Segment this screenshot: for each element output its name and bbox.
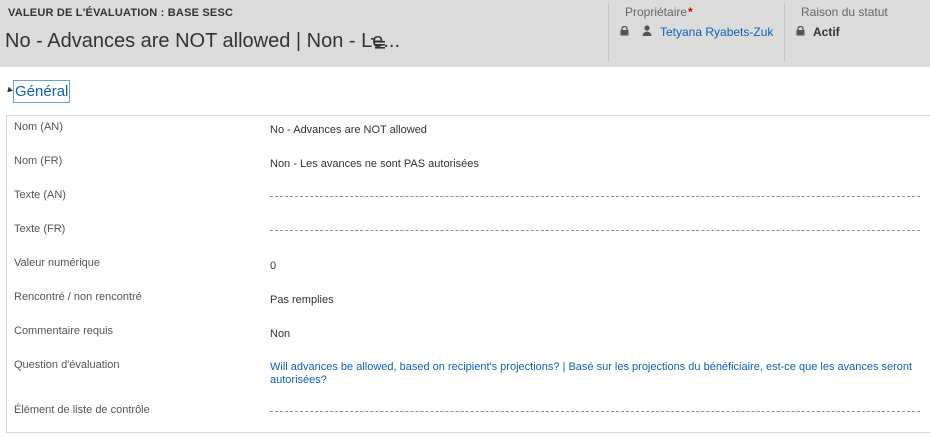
field-label-nom-fr: Nom (FR)	[14, 155, 63, 167]
header-divider	[784, 4, 785, 62]
section-title-general[interactable]: Général	[13, 80, 71, 103]
field-input-texte-an[interactable]	[270, 196, 920, 197]
status-reason-label: Raison du statut	[801, 5, 888, 19]
field-label-nom-an: Nom (AN)	[14, 121, 63, 133]
field-value-question-evaluation[interactable]: Will advances be allowed, based on recip…	[270, 361, 920, 387]
field-value-rencontre[interactable]: Pas remplies	[270, 294, 920, 307]
record-header: VALEUR DE L'ÉVALUATION : BASE SESC No - …	[0, 0, 930, 67]
field-input-texte-fr[interactable]	[270, 230, 920, 231]
field-value-nom-an[interactable]: No - Advances are NOT allowed	[270, 124, 920, 137]
field-label-commentaire-requis: Commentaire requis	[14, 325, 114, 337]
user-icon	[642, 25, 652, 36]
field-label-texte-an: Texte (AN)	[14, 189, 66, 201]
owner-link[interactable]: Tetyana Ryabets-Zuk	[660, 25, 773, 39]
record-title: No - Advances are NOT allowed | Non - Le…	[5, 30, 401, 52]
field-label-valeur-numerique: Valeur numérique	[14, 257, 101, 269]
field-value-commentaire-requis[interactable]: Non	[270, 328, 920, 341]
field-label-rencontre: Rencontré / non rencontré	[14, 291, 142, 303]
collapse-triangle-icon[interactable]	[5, 86, 13, 95]
status-reason-value: Actif	[813, 25, 840, 39]
field-value-nom-fr[interactable]: Non - Les avances ne sont PAS autorisées	[270, 158, 920, 171]
entity-type-label: VALEUR DE L'ÉVALUATION : BASE SESC	[8, 7, 234, 19]
header-divider	[608, 4, 609, 62]
field-value-valeur-numerique[interactable]: 0	[270, 260, 920, 273]
required-marker: *	[688, 5, 693, 19]
field-input-element-liste[interactable]	[270, 411, 920, 412]
lock-icon	[796, 26, 805, 36]
owner-label: Propriétaire*	[625, 5, 693, 19]
field-label-element-liste: Élément de liste de contrôle	[14, 404, 150, 416]
hamburger-menu-icon[interactable]	[371, 37, 385, 49]
lock-icon	[620, 26, 629, 36]
field-label-texte-fr: Texte (FR)	[14, 223, 66, 235]
field-label-question-evaluation: Question d'évaluation	[14, 359, 120, 371]
